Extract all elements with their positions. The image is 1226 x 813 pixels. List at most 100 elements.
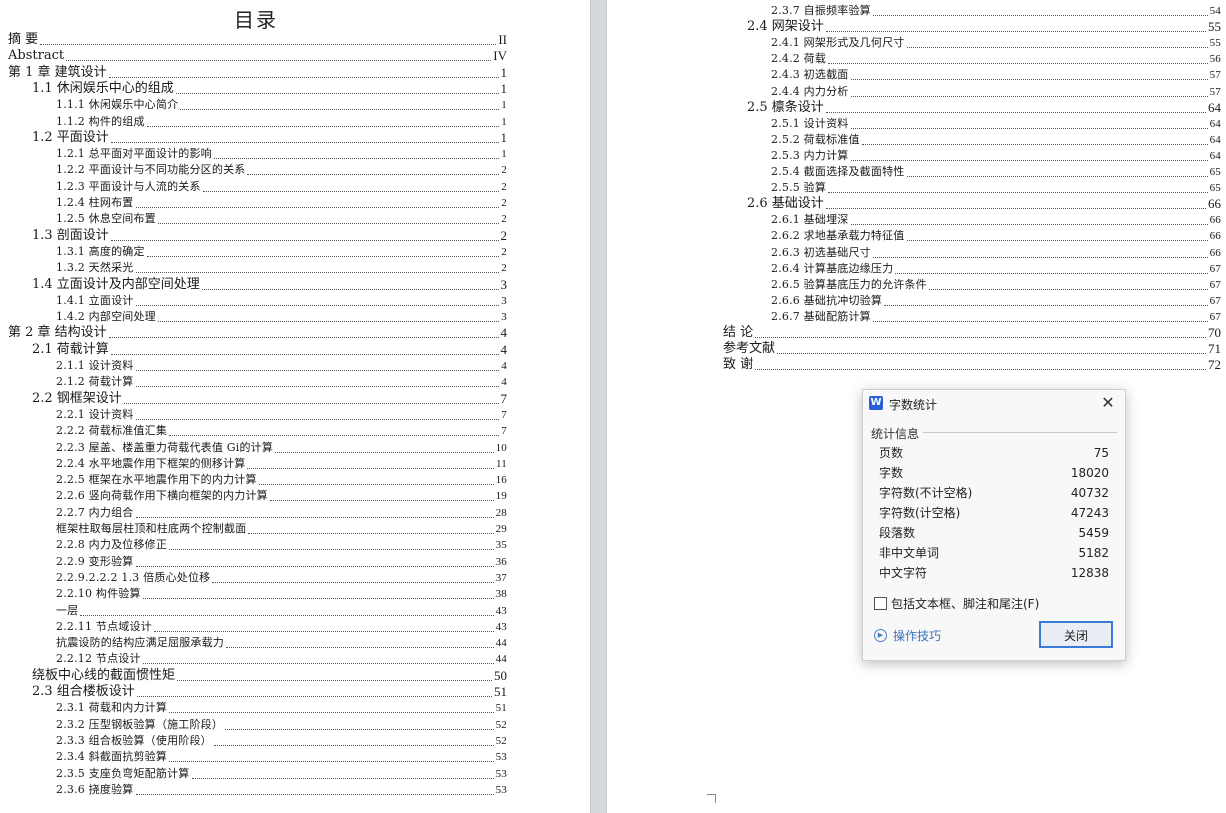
toc-entry[interactable]: 1.1 休闲娱乐中心的组成 1	[32, 81, 507, 97]
toc-entry[interactable]: 2.2 钢框架设计 7	[32, 391, 507, 407]
close-button[interactable]: 关闭	[1039, 621, 1113, 648]
toc-entry[interactable]: 1.2.5 休息空间布置 2	[56, 211, 507, 227]
toc-entry[interactable]: 2.2.5 框架在水平地震作用下的内力计算 16	[56, 472, 507, 488]
toc-entry-title: 2.5.4 截面选择及截面特性	[771, 165, 905, 178]
toc-entry[interactable]: 第 1 章 建筑设计 1	[8, 65, 507, 81]
toc-entry[interactable]: 2.2.4 水平地震作用下框架的侧移计算 11	[56, 456, 507, 472]
toc-page-number: 64	[1208, 99, 1221, 115]
toc-entry[interactable]: 2.2.12 节点设计 44	[56, 651, 507, 667]
toc-entry[interactable]: 2.2.9 变形验算 36	[56, 554, 507, 570]
toc-entry[interactable]: 2.6 基础设计 66	[747, 196, 1221, 212]
toc-entry[interactable]: 2.3 组合楼板设计 51	[32, 684, 507, 700]
toc-entry[interactable]: 2.5.5 验算 65	[771, 180, 1221, 196]
toc-entry[interactable]: 参考文献 71	[723, 341, 1221, 357]
toc-entry[interactable]: 2.3.5 支座负弯矩配筋计算 53	[56, 766, 507, 782]
toc-entry[interactable]: 2.5.1 设计资料 64	[771, 116, 1221, 132]
toc-page-number: 10	[495, 441, 507, 454]
toc-entry[interactable]: 2.3.7 自振频率验算 54	[771, 3, 1221, 19]
toc-entry-title: 2.2.10 构件验算	[56, 587, 141, 601]
toc-entry[interactable]: 2.4.2 荷载 56	[771, 51, 1221, 67]
toc-entry[interactable]: 1.2.4 柱网布置 2	[56, 195, 507, 211]
toc-entry[interactable]: 1.3 剖面设计 2	[32, 228, 507, 244]
toc-page-number: 36	[495, 555, 507, 568]
toc-entry-title: 2.5.1 设计资料	[771, 116, 849, 130]
toc-entry[interactable]: 第 2 章 结构设计 4	[8, 325, 507, 341]
toc-entry[interactable]: 2.4.4 内力分析 57	[771, 84, 1221, 100]
toc-entry[interactable]: 1.4 立面设计及内部空间处理 3	[32, 277, 507, 293]
toc-entry[interactable]: 1.1.2 构件的组成 1	[56, 114, 507, 130]
include-textbox-footnote-checkbox[interactable]	[874, 597, 887, 610]
toc-entry[interactable]: 致 谢 72	[723, 357, 1221, 373]
toc-entry[interactable]: 2.6.2 求地基承载力特征值 66	[771, 228, 1221, 244]
toc-entry[interactable]: Abstract IV	[8, 48, 507, 64]
toc-page-number: 66	[1209, 230, 1221, 243]
toc-entry[interactable]: 1.2.1 总平面对平面设计的影响 1	[56, 146, 507, 162]
toc-entry[interactable]: 2.6.5 验算基底压力的允许条件 67	[771, 277, 1221, 293]
toc-entry[interactable]: 2.3.2 压型钢板验算（施工阶段） 52	[56, 717, 507, 733]
toc-entry[interactable]: 2.2.8 内力及位移修正 35	[56, 537, 507, 553]
dialog-titlebar[interactable]: W 字数统计 ✕	[863, 390, 1125, 416]
toc-page-number: 1	[500, 80, 508, 96]
toc-entry[interactable]: 一层 43	[56, 603, 507, 619]
toc-entry-title: 摘 要	[8, 32, 39, 47]
toc-entry[interactable]: 1.2 平面设计 1	[32, 130, 507, 146]
toc-entry[interactable]: 2.5 檩条设计 64	[747, 100, 1221, 116]
include-textbox-footnote-label[interactable]: 包括文本框、脚注和尾注(F)	[891, 595, 1039, 612]
tips-link[interactable]: 操作技巧	[893, 627, 941, 644]
toc-entry[interactable]: 2.1 荷载计算 4	[32, 342, 507, 358]
toc-entry[interactable]: 抗震设防的结构应满足屈服承载力 44	[56, 635, 507, 651]
toc-entry[interactable]: 2.4 网架设计 55	[747, 19, 1221, 35]
toc-page-number: 4	[500, 341, 508, 357]
toc-entry[interactable]: 1.4.2 内部空间处理 3	[56, 309, 507, 325]
toc-entry[interactable]: 2.2.2 荷载标准值汇集 7	[56, 423, 507, 439]
toc-page-number: 4	[501, 376, 507, 389]
toc-entry[interactable]: 2.6.3 初选基础尺寸 66	[771, 245, 1221, 261]
toc-entry[interactable]: 绕板中心线的截面惯性矩 50	[32, 668, 507, 684]
toc-page-number: 38	[495, 588, 507, 601]
toc-entry[interactable]: 2.3.4 斜截面抗剪验算 53	[56, 749, 507, 765]
toc-entry[interactable]: 1.3.2 天然采光 2	[56, 260, 507, 276]
toc-entry[interactable]: 2.1.1 设计资料 4	[56, 358, 507, 374]
toc-page-number: 67	[1209, 310, 1221, 323]
toc-entry-title: 2.2.4 水平地震作用下框架的侧移计算	[56, 456, 246, 470]
close-icon[interactable]: ✕	[1099, 394, 1117, 412]
toc-entry[interactable]: 2.6.6 基础抗冲切验算 67	[771, 293, 1221, 309]
toc-entry[interactable]: 1.4.1 立面设计 3	[56, 293, 507, 309]
toc-dot-leader	[226, 647, 494, 649]
toc-entry[interactable]: 2.5.4 截面选择及截面特性 65	[771, 164, 1221, 180]
toc-entry[interactable]: 2.1.2 荷载计算 4	[56, 374, 507, 390]
toc-entry[interactable]: 2.3.3 组合板验算（使用阶段） 52	[56, 733, 507, 749]
toc-entry[interactable]: 2.3.6 挠度验算 53	[56, 782, 507, 798]
toc-entry[interactable]: 2.6.7 基础配筋计算 67	[771, 309, 1221, 325]
toc-dot-leader	[906, 47, 1208, 49]
toc-entry[interactable]: 摘 要 II	[8, 32, 507, 48]
toc-entry[interactable]: 1.3.1 高度的确定 2	[56, 244, 507, 260]
toc-dot-leader	[135, 793, 494, 795]
toc-entry[interactable]: 2.4.1 网架形式及几何尺寸 55	[771, 35, 1221, 51]
toc-entry[interactable]: 2.2.11 节点域设计 43	[56, 619, 507, 635]
toc-entry[interactable]: 2.6.4 计算基底边缘压力 67	[771, 261, 1221, 277]
toc-dot-leader	[861, 143, 1208, 145]
toc-entry[interactable]: 结 论 70	[723, 325, 1221, 341]
toc-entry[interactable]: 2.3.1 荷载和内力计算 51	[56, 700, 507, 716]
toc-entry[interactable]: 1.2.3 平面设计与人流的关系 2	[56, 179, 507, 195]
toc-entry[interactable]: 2.5.3 内力计算 64	[771, 148, 1221, 164]
toc-entry[interactable]: 2.2.10 构件验算 38	[56, 586, 507, 602]
dialog-title: 字数统计	[889, 398, 938, 412]
toc-entry[interactable]: 2.2.6 竖向荷载作用下横向框架的内力计算 19	[56, 488, 507, 504]
toc-entry[interactable]: 2.5.2 荷载标准值 64	[771, 132, 1221, 148]
play-circle-icon[interactable]: ▶	[874, 629, 887, 642]
toc-entry[interactable]: 2.4.3 初选截面 57	[771, 67, 1221, 83]
toc-entry[interactable]: 2.2.1 设计资料 7	[56, 407, 507, 423]
toc-entry-title: 2.6.6 基础抗冲切验算	[771, 293, 883, 307]
toc-entry[interactable]: 2.2.3 屋盖、楼盖重力荷载代表值 Gi的计算 10	[56, 440, 507, 456]
toc-entry-title: 1.2.1 总平面对平面设计的影响	[56, 147, 212, 161]
toc-entry[interactable]: 2.6.1 基础埋深 66	[771, 212, 1221, 228]
toc-entry[interactable]: 2.2.9.2.2.2 1.3 倍质心处位移 37	[56, 570, 507, 586]
toc-dot-leader	[872, 15, 1208, 16]
toc-entry[interactable]: 框架柱取每层柱顶和柱底两个控制截面 29	[56, 521, 507, 537]
toc-entry[interactable]: 1.1.1 休闲娱乐中心简介 1	[56, 97, 507, 113]
toc-page-number: II	[498, 32, 507, 47]
toc-entry[interactable]: 2.2.7 内力组合 28	[56, 505, 507, 521]
toc-entry[interactable]: 1.2.2 平面设计与不同功能分区的关系 2	[56, 162, 507, 178]
